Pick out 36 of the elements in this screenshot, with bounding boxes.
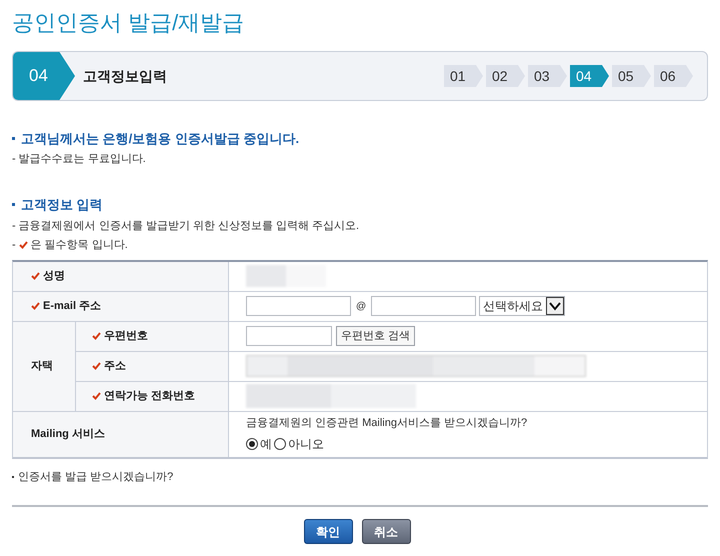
check-icon — [92, 332, 101, 340]
check-icon — [31, 272, 40, 280]
field-label: 성명 — [43, 268, 65, 284]
instruction-text: - 금융결제원에서 인증서를 발급받기 위한 신상정보를 입력해 주십시오. — [12, 218, 360, 234]
group-label: 자택 — [13, 322, 76, 412]
field-label: 주소 — [104, 358, 126, 374]
check-icon — [92, 362, 101, 370]
required-note: 은 필수항목 입니다. — [30, 238, 128, 253]
mailing-question: 금융결제원의 인증관련 Mailing서비스를 받으시겠습니까? — [246, 416, 528, 432]
field-label: 우편번호 — [104, 328, 148, 344]
section-heading: 고객님께서는 은행/보험용 인증서발급 중입니다. — [21, 130, 300, 148]
current-step-number: 04 — [13, 52, 75, 100]
field-label: E-mail 주소 — [43, 298, 102, 314]
dash-mark: - — [12, 238, 16, 253]
field-label: Mailing 서비스 — [31, 426, 105, 442]
check-icon — [92, 392, 101, 400]
postal-search-button[interactable]: 우편번호 검색 — [336, 326, 416, 346]
notice-text: - 발급수수료는 무료입니다. — [12, 152, 147, 166]
radio-option[interactable]: 아니오 — [274, 434, 324, 453]
issue-question: 인증서를 발급 받으시겠습니까? — [18, 470, 174, 484]
field-label: 연락가능 전화번호 — [104, 388, 196, 404]
postal-code-input[interactable] — [246, 326, 332, 346]
bullet-icon — [12, 137, 15, 140]
cancel-button[interactable]: 취소 — [362, 519, 410, 544]
bullet-icon — [12, 203, 15, 206]
confirm-button[interactable]: 확인 — [304, 519, 352, 544]
page-title: 공인인증서 발급/재발급 — [12, 9, 246, 37]
at-sign: @ — [356, 300, 366, 314]
radio-option[interactable]: 예 — [246, 434, 272, 453]
current-step-label: 고객정보입력 — [83, 66, 168, 86]
check-icon — [31, 302, 40, 310]
check-icon — [18, 241, 28, 250]
email-id-input[interactable] — [246, 296, 351, 316]
email-domain-input[interactable] — [371, 296, 476, 316]
section-heading: 고객정보 입력 — [21, 196, 103, 214]
domain-select[interactable]: 선택하세요 — [479, 296, 566, 316]
